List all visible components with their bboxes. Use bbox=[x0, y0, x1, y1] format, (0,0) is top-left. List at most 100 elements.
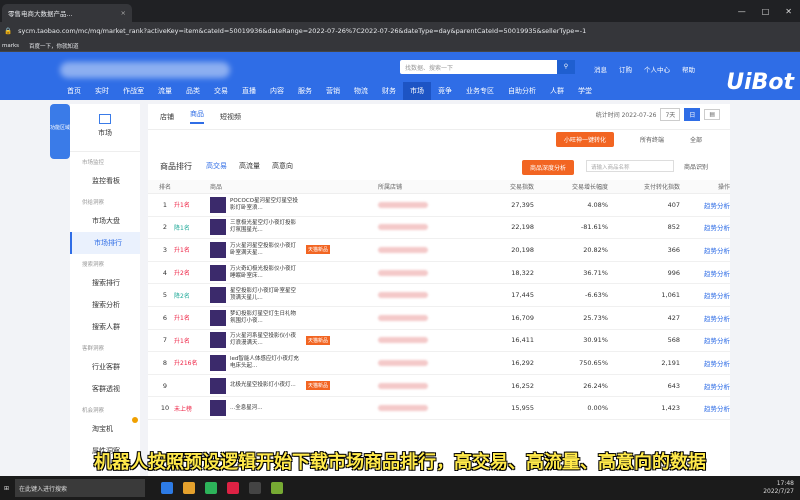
calendar-icon[interactable]: ▤ bbox=[704, 109, 720, 120]
app-icon[interactable] bbox=[227, 482, 240, 494]
product-name[interactable]: led智能人体感应灯小夜灯充电床头起... bbox=[230, 356, 300, 370]
product-cell[interactable]: 星空投影灯小夜灯卧室星空顶满天星儿... bbox=[210, 287, 360, 304]
app-icon[interactable] bbox=[161, 482, 174, 494]
nav-item[interactable]: 财务 bbox=[375, 86, 403, 96]
feature-panel[interactable]: 功能区域 bbox=[50, 104, 70, 159]
trend-analysis-link[interactable]: 趋势分析 bbox=[680, 381, 730, 391]
url-text[interactable]: sycm.taobao.com/mc/mq/market_rank?active… bbox=[18, 27, 586, 35]
toplink-help[interactable]: 帮助 bbox=[682, 64, 695, 74]
nav-item[interactable]: 实时 bbox=[88, 86, 116, 96]
search-icon[interactable]: ⚲ bbox=[557, 60, 575, 74]
product-thumbnail[interactable] bbox=[210, 241, 226, 258]
nav-item[interactable]: 物流 bbox=[347, 86, 375, 96]
header-growth[interactable]: 交易增长幅度 bbox=[534, 182, 608, 191]
product-cell[interactable]: 梦幻投影灯星空灯生日礼物氛围灯小夜... bbox=[210, 309, 360, 326]
nav-item[interactable]: 内容 bbox=[263, 86, 291, 96]
toplink-subscribe[interactable]: 订购 bbox=[619, 64, 632, 74]
nav-item[interactable]: 作战室 bbox=[116, 86, 151, 96]
nav-item[interactable]: 首页 bbox=[60, 86, 88, 96]
product-search-input[interactable]: 请输入商品名称 bbox=[586, 160, 674, 172]
product-cell[interactable]: POCOCO星河星空灯星空投影灯卧室浪... bbox=[210, 196, 360, 213]
tab-high-traffic[interactable]: 高流量 bbox=[239, 161, 260, 171]
trend-analysis-link[interactable]: 趋势分析 bbox=[680, 403, 730, 413]
nav-item[interactable]: 品类 bbox=[179, 86, 207, 96]
toplink-profile[interactable]: 个人中心 bbox=[644, 64, 670, 74]
trend-analysis-link[interactable]: 趋势分析 bbox=[680, 335, 730, 345]
nav-item[interactable]: 业务专区 bbox=[459, 86, 501, 96]
address-bar[interactable]: 🔒 sycm.taobao.com/mc/mq/market_rank?acti… bbox=[0, 22, 800, 40]
product-cell[interactable]: 北极光星空投影灯小夜灯... 天猫新品 bbox=[210, 377, 360, 394]
tab-close-icon[interactable]: × bbox=[121, 9, 126, 17]
nav-item[interactable]: 人群 bbox=[543, 86, 571, 96]
product-thumbnail[interactable] bbox=[210, 309, 226, 326]
product-name[interactable]: 北极光星空投影灯小夜灯... bbox=[230, 382, 300, 389]
product-cell[interactable]: 万火星河系星空投影仪小夜灯浪漫满天... 天猫新品 bbox=[210, 332, 360, 349]
product-cell[interactable]: 三意极光星空灯小夜灯投影灯氛围星光... bbox=[210, 219, 360, 236]
nav-item[interactable]: 交易 bbox=[207, 86, 235, 96]
app-icon[interactable] bbox=[271, 482, 284, 494]
sidebar-item[interactable]: 搜索排行 bbox=[70, 272, 140, 294]
folder-icon[interactable] bbox=[183, 482, 196, 494]
product-name[interactable]: 星空投影灯小夜灯卧室星空顶满天星儿... bbox=[230, 288, 300, 302]
chrome-icon[interactable] bbox=[205, 482, 218, 494]
terminal-filter[interactable]: 所有终端 bbox=[640, 135, 664, 144]
close-window-icon[interactable]: ✕ bbox=[785, 7, 792, 16]
nav-item[interactable]: 流量 bbox=[151, 86, 179, 96]
product-name[interactable]: POCOCO星河星空灯星空投影灯卧室浪... bbox=[230, 198, 300, 212]
nav-item[interactable]: 自助分析 bbox=[501, 86, 543, 96]
product-cell[interactable]: ...全息星河... bbox=[210, 400, 360, 417]
windows-start-icon[interactable]: ⊞ bbox=[4, 485, 9, 492]
product-identify-link[interactable]: 商品识别 bbox=[684, 162, 708, 171]
header-search-input[interactable]: 找数据、搜索一下 ⚲ bbox=[400, 60, 575, 74]
product-name[interactable]: ...全息星河... bbox=[230, 405, 300, 412]
product-name[interactable]: 梦幻投影灯星空灯生日礼物氛围灯小夜... bbox=[230, 311, 300, 325]
deep-analysis-button[interactable]: 商品深度分析 bbox=[522, 160, 575, 175]
minimize-icon[interactable]: — bbox=[738, 7, 746, 16]
trend-analysis-link[interactable]: 趋势分析 bbox=[680, 290, 730, 300]
sidebar-item-market-rank[interactable]: 市场排行 bbox=[70, 232, 140, 254]
product-thumbnail[interactable] bbox=[210, 400, 226, 417]
scope-filter[interactable]: 全部 bbox=[690, 135, 702, 144]
convert-button[interactable]: 小旺神一键转化 bbox=[556, 132, 615, 147]
product-thumbnail[interactable] bbox=[210, 287, 226, 304]
tab-product[interactable]: 商品 bbox=[190, 109, 204, 124]
browser-tab[interactable]: 零售电商大数据产品... × bbox=[2, 4, 132, 22]
sidebar-item[interactable]: 淘宝机 bbox=[70, 418, 140, 440]
trend-analysis-link[interactable]: 趋势分析 bbox=[680, 200, 730, 210]
trend-analysis-link[interactable]: 趋势分析 bbox=[680, 245, 730, 255]
product-cell[interactable]: led智能人体感应灯小夜灯充电床头起... bbox=[210, 354, 360, 371]
sidebar-item[interactable]: 搜索分析 bbox=[70, 294, 140, 316]
nav-item-market[interactable]: 市场 bbox=[403, 82, 431, 100]
toplink-messages[interactable]: 消息 bbox=[594, 64, 607, 74]
product-cell[interactable]: 万火星河星空投影仪小夜灯卧室满天星... 天猫新品 bbox=[210, 241, 360, 258]
product-name[interactable]: 万火星河星空投影仪小夜灯卧室满天星... bbox=[230, 243, 300, 257]
nav-item[interactable]: 学堂 bbox=[571, 86, 599, 96]
product-cell[interactable]: 万火奇幻极光投影仪小夜灯睡眠卧室床... bbox=[210, 264, 360, 281]
sidebar-item[interactable]: 监控看板 bbox=[70, 170, 140, 192]
product-name[interactable]: 万火星河系星空投影仪小夜灯浪漫满天... bbox=[230, 333, 300, 347]
header-trade-index[interactable]: 交易指数 bbox=[478, 182, 534, 191]
product-thumbnail[interactable] bbox=[210, 219, 226, 236]
tab-shop[interactable]: 店铺 bbox=[160, 112, 174, 122]
tab-high-trade[interactable]: 高交易 bbox=[206, 161, 227, 171]
sidebar-item[interactable]: 市场大盘 bbox=[70, 210, 140, 232]
sidebar-item[interactable]: 客群透视 bbox=[70, 378, 140, 400]
tab-video[interactable]: 短视频 bbox=[220, 112, 241, 122]
product-thumbnail[interactable] bbox=[210, 196, 226, 213]
product-thumbnail[interactable] bbox=[210, 264, 226, 281]
product-name[interactable]: 三意极光星空灯小夜灯投影灯氛围星光... bbox=[230, 220, 300, 234]
nav-item[interactable]: 服务 bbox=[291, 86, 319, 96]
trend-analysis-link[interactable]: 趋势分析 bbox=[680, 268, 730, 278]
product-thumbnail[interactable] bbox=[210, 377, 226, 394]
product-thumbnail[interactable] bbox=[210, 332, 226, 349]
range-day-button[interactable]: 日 bbox=[684, 108, 701, 121]
range-7day-button[interactable]: 7天 bbox=[660, 108, 681, 121]
trend-analysis-link[interactable]: 趋势分析 bbox=[680, 358, 730, 368]
sidebar-item[interactable]: 搜索人群 bbox=[70, 316, 140, 338]
nav-item[interactable]: 竞争 bbox=[431, 86, 459, 96]
taskbar-search-input[interactable]: 在此键入进行搜索 bbox=[15, 479, 146, 497]
sidebar-item[interactable]: 行业客群 bbox=[70, 356, 140, 378]
nav-item[interactable]: 直播 bbox=[235, 86, 263, 96]
trend-analysis-link[interactable]: 趋势分析 bbox=[680, 222, 730, 232]
tab-high-intent[interactable]: 高意向 bbox=[272, 161, 293, 171]
